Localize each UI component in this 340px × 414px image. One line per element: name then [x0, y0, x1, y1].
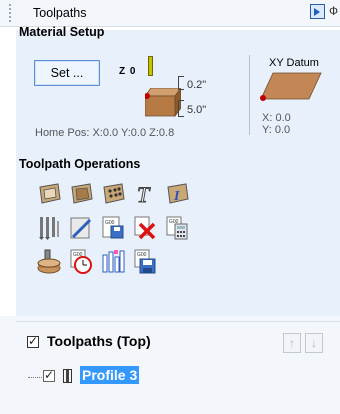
drag-grip[interactable]	[9, 4, 11, 23]
set-material-button[interactable]: Set ...	[34, 60, 100, 86]
toolpath-item-checkbox[interactable]	[43, 368, 55, 382]
panel-title: Toolpaths	[33, 6, 87, 20]
home-position: Home Pos: X:0.0 Y:0.0 Z:0.8	[35, 127, 175, 139]
material-setup-title: Material Setup	[19, 25, 105, 39]
panel-header: Toolpaths Ф	[0, 0, 340, 27]
xy-datum-icon	[260, 72, 322, 101]
profile-toolpath-icon[interactable]	[36, 181, 62, 207]
simulate-icon[interactable]	[36, 249, 62, 275]
toolpath-item-label[interactable]: Profile 3	[80, 366, 140, 384]
thickness-bottom-bracket	[178, 100, 184, 117]
move-up-button[interactable]: ↑	[283, 333, 301, 353]
pocket-toolpath-icon[interactable]	[68, 181, 94, 207]
xy-datum-x: X: 0.0	[262, 112, 291, 124]
save-gcode-icon[interactable]: G00	[100, 215, 126, 241]
save-toolpaths-icon[interactable]: G00	[132, 249, 158, 275]
fluting-toolpath-icon[interactable]	[36, 215, 62, 241]
texture-toolpath-icon[interactable]	[68, 215, 94, 241]
xy-datum-y: Y: 0.0	[262, 124, 291, 136]
move-down-button[interactable]: ↓	[305, 333, 323, 353]
vertical-divider	[249, 55, 250, 135]
z-zero-label: Z 0	[119, 66, 137, 77]
calculator-icon[interactable]: G00	[164, 215, 190, 241]
thickness-top-label: 0.2"	[187, 79, 207, 91]
toolpaths-list-title: Toolpaths (Top)	[47, 333, 151, 349]
vcarve-inlay-icon[interactable]: I	[164, 181, 190, 207]
drilling-toolpath-icon[interactable]	[100, 181, 126, 207]
toolpath-templates-icon[interactable]	[100, 249, 126, 275]
toolpath-operations-title: Toolpath Operations	[19, 157, 141, 171]
xy-datum-title: XY Datum	[269, 57, 319, 69]
pin-overflow-icon: Ф	[329, 4, 339, 18]
svg-text:G00: G00	[105, 220, 115, 226]
svg-text:I: I	[173, 189, 180, 204]
pin-icon[interactable]	[310, 4, 325, 19]
svg-text:G00: G00	[137, 252, 147, 258]
tool-icon	[148, 56, 153, 76]
toolpaths-all-checkbox[interactable]	[27, 334, 39, 348]
toolpaths-list-section	[0, 316, 340, 414]
thickness-top-bracket	[178, 76, 184, 90]
tool-bit-icon	[63, 369, 72, 383]
tree-connector	[28, 377, 42, 378]
time-estimate-icon[interactable]: G00	[68, 249, 94, 275]
material-block-icon	[145, 88, 181, 118]
thickness-bottom-label: 5.0"	[187, 104, 207, 116]
delete-toolpath-icon[interactable]	[132, 215, 158, 241]
svg-text:T: T	[137, 182, 151, 207]
section-divider	[16, 321, 340, 322]
quick-engrave-icon[interactable]: T	[132, 181, 158, 208]
